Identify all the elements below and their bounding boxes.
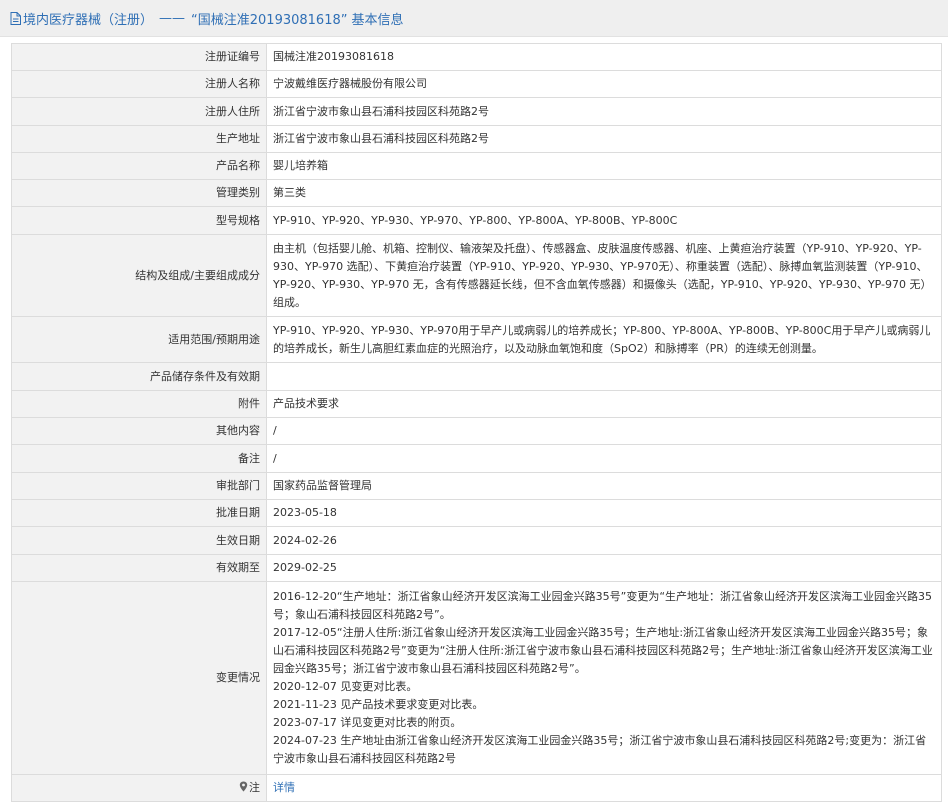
- table-row: 附件 产品技术要求: [11, 390, 942, 418]
- table-row: 型号规格 YP-910、YP-920、YP-930、YP-970、YP-800、…: [11, 206, 942, 235]
- row-value: 第三类: [266, 179, 942, 207]
- table-row: 备注 /: [11, 444, 942, 473]
- row-label: 其他内容: [11, 417, 267, 445]
- row-value: 产品技术要求: [266, 390, 942, 418]
- row-label: 产品储存条件及有效期: [11, 362, 267, 391]
- row-value: YP-910、YP-920、YP-930、YP-970用于早产儿或病弱儿的培养成…: [273, 323, 931, 355]
- row-value: 婴儿培养箱: [266, 152, 942, 180]
- row-value: /: [266, 444, 942, 473]
- row-value: 国械注准20193081618: [266, 43, 942, 71]
- table-row: 适用范围/预期用途 YP-910、YP-920、YP-930、YP-970用于早…: [11, 316, 942, 363]
- table-row: 管理类别 第三类: [11, 179, 942, 207]
- row-value: 浙江省宁波市象山县石浦科技园区科苑路2号: [266, 97, 942, 126]
- row-label: 结构及组成/主要组成成分: [11, 234, 267, 317]
- row-label: 变更情况: [11, 581, 267, 775]
- table-row: 其他内容 /: [11, 417, 942, 445]
- note-label: 注: [249, 781, 260, 794]
- row-label: 管理类别: [11, 179, 267, 207]
- breadcrumb-category[interactable]: 境内医疗器械（注册）: [23, 9, 153, 28]
- table-row-changes: 变更情况 2016-12-20“生产地址：浙江省象山经济开发区滨海工业园金兴路3…: [11, 581, 942, 775]
- row-label: 批准日期: [11, 499, 267, 527]
- breadcrumb-separator: ——: [159, 10, 186, 26]
- page-title-bar: 境内医疗器械（注册） —— “国械注准20193081618” 基本信息: [0, 0, 948, 37]
- row-label: 生产地址: [11, 125, 267, 153]
- row-label: 注册证编号: [11, 43, 267, 71]
- table-row-note: 注 详情: [11, 774, 942, 802]
- row-label: 有效期至: [11, 554, 267, 582]
- record-title: “国械注准20193081618”: [191, 12, 348, 28]
- row-label: 型号规格: [11, 206, 267, 235]
- change-entry: 2024-07-23 生产地址由浙江省象山经济开发区滨海工业园金兴路35号；浙江…: [273, 734, 927, 765]
- row-value: [266, 362, 942, 391]
- table-row: 产品名称 婴儿培养箱: [11, 152, 942, 180]
- record-title-suffix: 基本信息: [351, 12, 404, 28]
- row-label: 适用范围/预期用途: [11, 316, 267, 363]
- row-value: 宁波戴维医疗器械股份有限公司: [266, 70, 942, 98]
- table-row: 有效期至 2029-02-25: [11, 554, 942, 582]
- row-value: 2029-02-25: [266, 554, 942, 582]
- table-row: 生效日期 2024-02-26: [11, 526, 942, 555]
- row-value: 2024-02-26: [266, 526, 942, 555]
- table-row: 注册人住所 浙江省宁波市象山县石浦科技园区科苑路2号: [11, 97, 942, 126]
- table-row: 产品储存条件及有效期: [11, 362, 942, 391]
- row-value: 国家药品监督管理局: [266, 472, 942, 500]
- table-row: 结构及组成/主要组成成分 由主机（包括婴儿舱、机箱、控制仪、输液架及托盘）、传感…: [11, 234, 942, 317]
- change-entry: 2016-12-20“生产地址：浙江省象山经济开发区滨海工业园金兴路35号”变更…: [273, 590, 933, 621]
- row-value: 2023-05-18: [266, 499, 942, 527]
- change-entry: 2023-07-17 详见变更对比表的附页。: [273, 716, 462, 729]
- map-pin-icon: [239, 781, 248, 792]
- table-row: 生产地址 浙江省宁波市象山县石浦科技园区科苑路2号: [11, 125, 942, 153]
- document-icon: [10, 11, 21, 25]
- row-value: YP-910、YP-920、YP-930、YP-970、YP-800、YP-80…: [266, 206, 942, 235]
- row-value: 由主机（包括婴儿舱、机箱、控制仪、输液架及托盘）、传感器盒、皮肤温度传感器、机座…: [273, 241, 932, 309]
- table-row: 审批部门 国家药品监督管理局: [11, 472, 942, 500]
- change-history: 2016-12-20“生产地址：浙江省象山经济开发区滨海工业园金兴路35号”变更…: [273, 585, 935, 771]
- table-row: 批准日期 2023-05-18: [11, 499, 942, 527]
- row-value: 浙江省宁波市象山县石浦科技园区科苑路2号: [266, 125, 942, 153]
- row-label: 注册人名称: [11, 70, 267, 98]
- details-link[interactable]: 详情: [273, 781, 295, 794]
- change-entry: 2020-12-07 见变更对比表。: [273, 680, 418, 693]
- change-entry: 2021-11-23 见产品技术要求变更对比表。: [273, 698, 484, 711]
- row-value: /: [266, 417, 942, 445]
- device-info-table: 注册证编号 国械注准20193081618 注册人名称 宁波戴维医疗器械股份有限…: [11, 43, 942, 802]
- table-row: 注册人名称 宁波戴维医疗器械股份有限公司: [11, 70, 942, 98]
- row-label: 备注: [11, 444, 267, 473]
- row-label: 附件: [11, 390, 267, 418]
- row-label: 生效日期: [11, 526, 267, 555]
- row-label: 审批部门: [11, 472, 267, 500]
- row-label: 注册人住所: [11, 97, 267, 126]
- table-row: 注册证编号 国械注准20193081618: [11, 43, 942, 71]
- change-entry: 2017-12-05“注册人住所:浙江省象山经济开发区滨海工业园金兴路35号；生…: [273, 626, 933, 675]
- row-label: 产品名称: [11, 152, 267, 180]
